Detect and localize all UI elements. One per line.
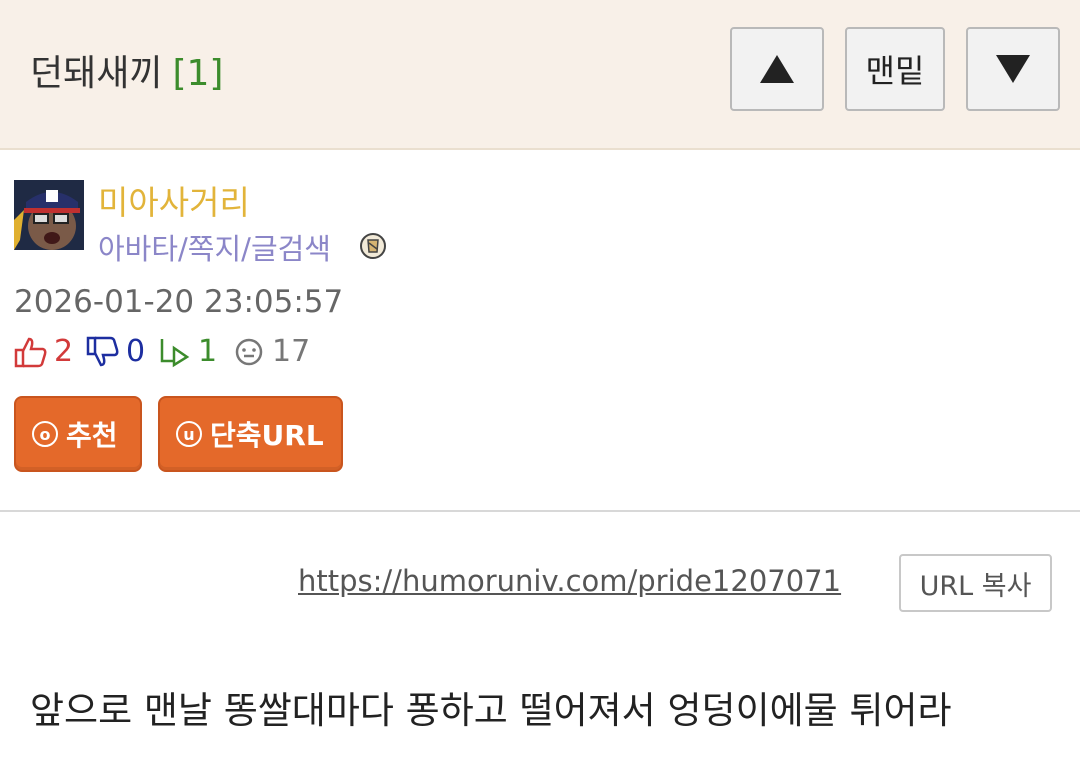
author-links[interactable]: 아바타/쪽지/글검색 [98, 226, 331, 268]
post-body-text: 앞으로 맨날 똥쌀대마다 퐁하고 떨어져서 엉덩이에물 튀어라 [30, 689, 952, 732]
level-badge-icon [360, 233, 386, 259]
scroll-up-button[interactable] [730, 27, 824, 111]
post-title: 던돼새끼 [1] [30, 44, 223, 96]
like-count: 2 [54, 334, 74, 369]
author-nickname[interactable]: 미아사거리 [98, 176, 250, 224]
scroll-down-button[interactable] [966, 27, 1060, 111]
like-stat[interactable]: 2 [14, 334, 73, 369]
short-url-button[interactable]: u 단축URL [158, 396, 343, 472]
post-date: 2026-01-20 23:05:57 [14, 284, 344, 320]
arrow-down-icon [996, 55, 1030, 83]
recommend-label: 추천 [66, 419, 118, 452]
view-stat: 17 [232, 334, 310, 369]
arrow-up-icon [760, 55, 794, 83]
section-divider [0, 510, 1080, 512]
recommend-button[interactable]: o 추천 [14, 396, 142, 472]
dislike-stat[interactable]: 0 [86, 334, 145, 369]
post-url-link[interactable]: https://humoruniv.com/pride1207071 [298, 564, 841, 598]
thumbs-down-icon [86, 336, 119, 366]
post-title-text: 던돼새끼 [30, 53, 163, 94]
share-stat[interactable]: 1 [158, 334, 217, 369]
avatar-image [14, 180, 84, 250]
scroll-bottom-button[interactable]: 맨밑 [845, 27, 945, 111]
thumbs-up-icon [14, 337, 47, 367]
view-count: 17 [272, 334, 311, 369]
short-url-icon: u [176, 421, 202, 447]
copy-url-button[interactable]: URL 복사 [899, 554, 1052, 612]
post-header: 던돼새끼 [1] 맨밑 [0, 0, 1080, 150]
avatar[interactable] [14, 180, 84, 250]
short-url-label: 단축URL [210, 419, 324, 452]
dislike-count: 0 [126, 334, 146, 369]
share-arrow-icon [160, 338, 190, 367]
comment-count[interactable]: [1] [172, 53, 223, 94]
recommend-icon: o [32, 421, 58, 447]
smiley-icon [235, 338, 263, 365]
share-count: 1 [198, 334, 218, 369]
